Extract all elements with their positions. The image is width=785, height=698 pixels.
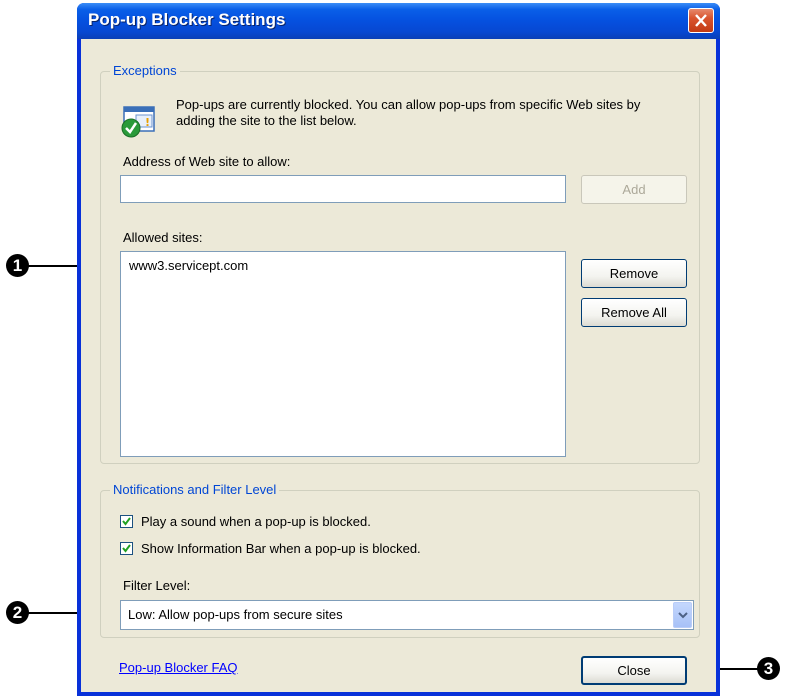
callout-2: 2: [6, 601, 29, 624]
allowed-site-item[interactable]: www3.servicept.com: [129, 258, 248, 273]
popup-allowed-icon: !: [121, 106, 155, 138]
address-label: Address of Web site to allow:: [123, 154, 291, 169]
exceptions-legend: Exceptions: [110, 63, 180, 78]
title-bar[interactable]: Pop-up Blocker Settings: [77, 3, 720, 39]
filter-level-value: Low: Allow pop-ups from secure sites: [128, 607, 343, 622]
close-button[interactable]: Close: [581, 656, 687, 685]
play-sound-checkbox[interactable]: [120, 515, 133, 528]
exceptions-info-text: Pop-ups are currently blocked. You can a…: [176, 97, 641, 128]
remove-button[interactable]: Remove: [581, 259, 687, 288]
faq-link[interactable]: Pop-up Blocker FAQ: [119, 660, 238, 675]
window-title: Pop-up Blocker Settings: [88, 10, 286, 29]
info-bar-label[interactable]: Show Information Bar when a pop-up is bl…: [141, 541, 421, 556]
checkmark-icon: [122, 517, 131, 526]
play-sound-label[interactable]: Play a sound when a pop-up is blocked.: [141, 514, 371, 529]
close-icon: [695, 14, 707, 27]
dropdown-arrow-button[interactable]: [673, 602, 692, 628]
address-input[interactable]: [120, 175, 566, 203]
callout-3: 3: [757, 657, 780, 680]
dialog-client-area: Exceptions ! Pop-ups are currently block…: [81, 39, 716, 692]
checkmark-icon: [122, 544, 131, 553]
allowed-sites-label: Allowed sites:: [123, 230, 203, 245]
filter-level-select[interactable]: Low: Allow pop-ups from secure sites: [120, 600, 694, 630]
window-close-button[interactable]: [688, 8, 714, 33]
dialog-window: Pop-up Blocker Settings Exceptions ! Pop…: [77, 3, 720, 696]
allowed-sites-list[interactable]: www3.servicept.com: [120, 251, 566, 457]
info-bar-checkbox[interactable]: [120, 542, 133, 555]
remove-all-button[interactable]: Remove All: [581, 298, 687, 327]
svg-text:!: !: [145, 116, 150, 129]
chevron-down-icon: [678, 612, 688, 619]
add-button[interactable]: Add: [581, 175, 687, 204]
notifications-legend: Notifications and Filter Level: [110, 482, 280, 497]
filter-level-label: Filter Level:: [123, 578, 191, 593]
exceptions-group: Exceptions ! Pop-ups are currently block…: [100, 63, 700, 464]
callout-1: 1: [6, 254, 29, 277]
notifications-group: Notifications and Filter Level Play a so…: [100, 482, 700, 638]
